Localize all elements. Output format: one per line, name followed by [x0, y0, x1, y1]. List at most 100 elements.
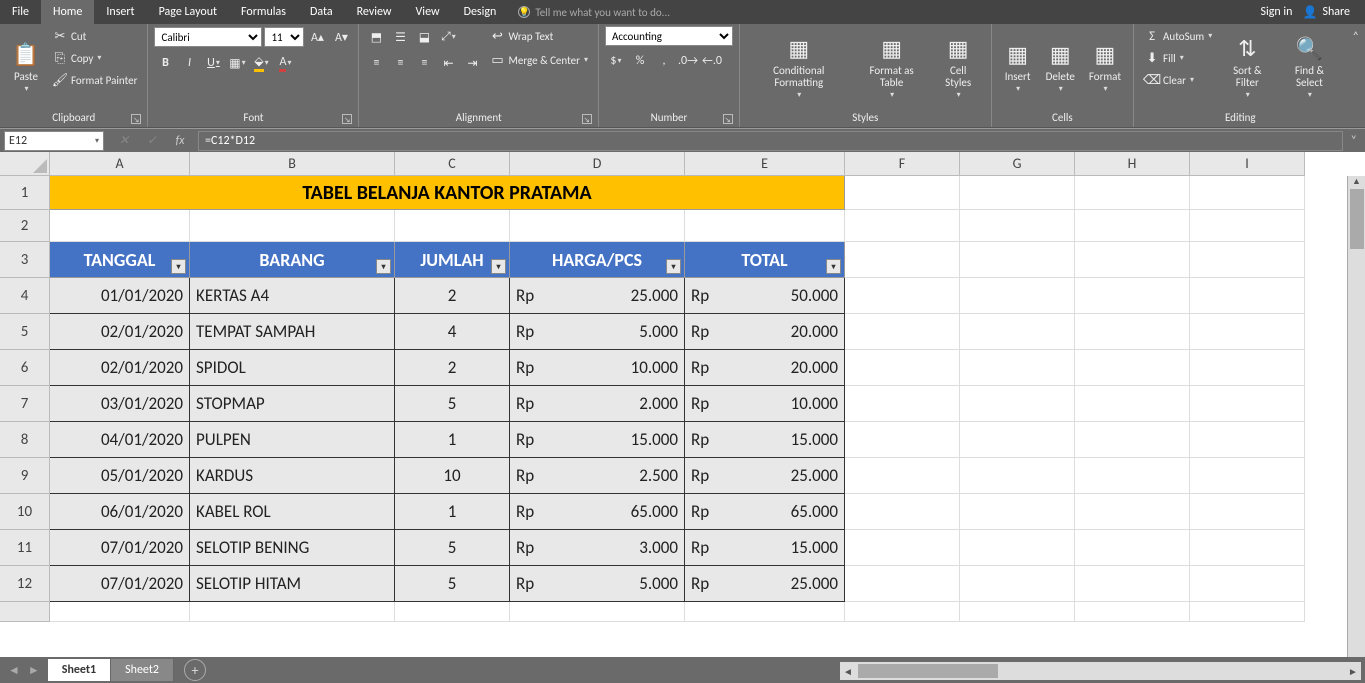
tab-page-layout[interactable]: Page Layout: [147, 0, 229, 24]
horizontal-scrollbar[interactable]: ◄ ►: [840, 662, 1361, 680]
row-header-13[interactable]: [0, 602, 50, 622]
cell-tanggal[interactable]: 05/01/2020: [50, 458, 190, 494]
decrease-font-icon[interactable]: A▾: [330, 26, 352, 48]
col-header-D[interactable]: D: [510, 152, 685, 176]
conditional-formatting-button[interactable]: ▦Conditional Formatting▾: [746, 26, 852, 109]
cell-jumlah[interactable]: 2: [395, 278, 510, 314]
cell-jumlah[interactable]: 2: [395, 350, 510, 386]
row-header-3[interactable]: 3: [0, 242, 50, 278]
align-middle-icon[interactable]: ☰: [389, 26, 411, 48]
table-header[interactable]: JUMLAH▾: [395, 242, 510, 278]
add-sheet-button[interactable]: +: [184, 659, 206, 681]
row-header-5[interactable]: 5: [0, 314, 50, 350]
cell-tanggal[interactable]: 02/01/2020: [50, 350, 190, 386]
italic-button[interactable]: I: [178, 52, 200, 74]
cancel-formula-icon[interactable]: ✕: [114, 133, 134, 148]
cell-barang[interactable]: TEMPAT SAMPAH: [190, 314, 395, 350]
col-header-B[interactable]: B: [190, 152, 395, 176]
cell-total[interactable]: Rp15.000: [685, 422, 845, 458]
prev-sheet-icon[interactable]: ◄: [8, 663, 20, 678]
tab-design[interactable]: Design: [452, 0, 509, 24]
alignment-dialog-icon[interactable]: ↘: [582, 114, 592, 124]
cell-jumlah[interactable]: 10: [395, 458, 510, 494]
col-header-F[interactable]: F: [845, 152, 960, 176]
col-header-H[interactable]: H: [1075, 152, 1190, 176]
percent-format-icon[interactable]: %: [629, 50, 651, 72]
col-header-E[interactable]: E: [685, 152, 845, 176]
col-header-G[interactable]: G: [960, 152, 1075, 176]
row-header-10[interactable]: 10: [0, 494, 50, 530]
tab-insert[interactable]: Insert: [94, 0, 146, 24]
tab-data[interactable]: Data: [298, 0, 345, 24]
align-left-icon[interactable]: ≡: [365, 52, 387, 74]
cell-total[interactable]: Rp20.000: [685, 314, 845, 350]
autosum-button[interactable]: ΣAutoSum▾: [1140, 26, 1216, 46]
name-box[interactable]: E12▾: [4, 131, 104, 151]
row-header-8[interactable]: 8: [0, 422, 50, 458]
cell-jumlah[interactable]: 5: [395, 566, 510, 602]
cell-tanggal[interactable]: 01/01/2020: [50, 278, 190, 314]
font-size-select[interactable]: 11: [264, 27, 304, 47]
row-header-9[interactable]: 9: [0, 458, 50, 494]
number-dialog-icon[interactable]: ↘: [723, 114, 733, 124]
table-header[interactable]: BARANG▾: [190, 242, 395, 278]
cell-tanggal[interactable]: 03/01/2020: [50, 386, 190, 422]
format-cells-button[interactable]: ▦Format▾: [1083, 26, 1127, 109]
accounting-format-icon[interactable]: $▾: [605, 50, 627, 72]
sheet-tab-1[interactable]: Sheet1: [48, 659, 111, 681]
cell-barang[interactable]: PULPEN: [190, 422, 395, 458]
align-center-icon[interactable]: ≡: [389, 52, 411, 74]
cell-harga[interactable]: Rp3.000: [510, 530, 685, 566]
fill-button[interactable]: ⬇Fill▾: [1140, 48, 1216, 68]
cell-barang[interactable]: STOPMAP: [190, 386, 395, 422]
scroll-right-icon[interactable]: ►: [1345, 663, 1361, 679]
collapse-ribbon-icon[interactable]: ˄: [1346, 24, 1365, 127]
grid[interactable]: TABEL BELANJA KANTOR PRATAMATANGGAL▾BARA…: [50, 176, 1365, 622]
table-header[interactable]: HARGA/PCS▾: [510, 242, 685, 278]
row-header-11[interactable]: 11: [0, 530, 50, 566]
find-select-button[interactable]: 🔍Find & Select▾: [1278, 26, 1340, 109]
cell-tanggal[interactable]: 07/01/2020: [50, 566, 190, 602]
table-header[interactable]: TANGGAL▾: [50, 242, 190, 278]
tab-review[interactable]: Review: [345, 0, 404, 24]
cell-barang[interactable]: SPIDOL: [190, 350, 395, 386]
select-all-corner[interactable]: [0, 152, 50, 176]
vertical-scrollbar[interactable]: ▲: [1347, 176, 1365, 657]
font-dialog-icon[interactable]: ↘: [342, 114, 352, 124]
fill-color-button[interactable]: ⬙▾: [250, 52, 272, 74]
tab-formulas[interactable]: Formulas: [229, 0, 298, 24]
filter-button[interactable]: ▾: [826, 259, 841, 274]
share-button[interactable]: 👤 Share: [1302, 5, 1350, 20]
row-header-2[interactable]: 2: [0, 210, 50, 242]
increase-indent-icon[interactable]: ⇥: [461, 52, 483, 74]
filter-button[interactable]: ▾: [171, 259, 186, 274]
filter-button[interactable]: ▾: [491, 259, 506, 274]
col-header-C[interactable]: C: [395, 152, 510, 176]
cell-total[interactable]: Rp20.000: [685, 350, 845, 386]
underline-button[interactable]: U▾: [202, 52, 224, 74]
cell-styles-button[interactable]: ▦Cell Styles▾: [932, 26, 985, 109]
cell-harga[interactable]: Rp15.000: [510, 422, 685, 458]
row-header-7[interactable]: 7: [0, 386, 50, 422]
increase-font-icon[interactable]: A▴: [306, 26, 328, 48]
col-header-I[interactable]: I: [1190, 152, 1305, 176]
cell-tanggal[interactable]: 02/01/2020: [50, 314, 190, 350]
wrap-text-button[interactable]: ↩Wrap Text: [485, 26, 592, 46]
format-painter-button[interactable]: 🖌Format Painter: [48, 70, 141, 90]
expand-formula-icon[interactable]: ˅: [1343, 134, 1365, 148]
copy-button[interactable]: ⎘Copy▾: [48, 48, 141, 68]
delete-cells-button[interactable]: ▦Delete▾: [1040, 26, 1081, 109]
cell-total[interactable]: Rp15.000: [685, 530, 845, 566]
number-format-select[interactable]: Accounting: [605, 26, 733, 46]
align-top-icon[interactable]: ⬒: [365, 26, 387, 48]
cell-total[interactable]: Rp65.000: [685, 494, 845, 530]
sort-filter-button[interactable]: ⇅Sort & Filter▾: [1218, 26, 1276, 109]
cell-jumlah[interactable]: 4: [395, 314, 510, 350]
col-header-A[interactable]: A: [50, 152, 190, 176]
cell-barang[interactable]: KABEL ROL: [190, 494, 395, 530]
cell-harga[interactable]: Rp5.000: [510, 314, 685, 350]
next-sheet-icon[interactable]: ►: [28, 663, 40, 678]
tab-file[interactable]: File: [0, 0, 41, 24]
format-as-table-button[interactable]: ▦Format as Table▾: [854, 26, 930, 109]
cell-tanggal[interactable]: 07/01/2020: [50, 530, 190, 566]
